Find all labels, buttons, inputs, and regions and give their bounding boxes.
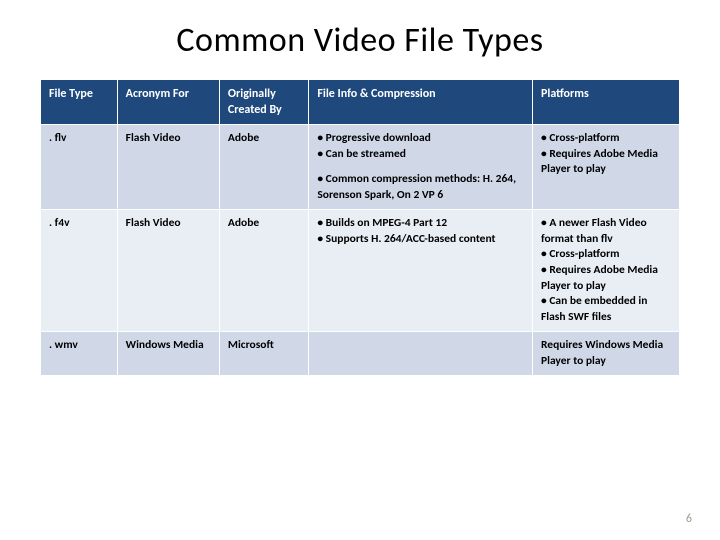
slide: Common Video File Types File Type Acrony… [0,0,720,540]
page-number: 6 [686,512,692,526]
cell-info-primary: • Builds on MPEG-4 Part 12 • Supports H.… [317,216,524,247]
table-row: . flv Flash Video Adobe • Progressive do… [41,125,680,210]
table-row: . f4v Flash Video Adobe • Builds on MPEG… [41,210,680,332]
cell-info [309,332,533,376]
cell-info: • Builds on MPEG-4 Part 12 • Supports H.… [309,210,533,332]
col-creator: Originally Created By [219,80,308,125]
cell-platforms: • A newer Flash Video format than flv • … [533,210,680,332]
cell-platforms: • Cross-platform • Requires Adobe Media … [533,125,680,210]
col-info: File Info & Compression [309,80,533,125]
col-file-type: File Type [41,80,118,125]
cell-creator: Adobe [219,210,308,332]
cell-acronym: Windows Media [117,332,219,376]
col-acronym: Acronym For [117,80,219,125]
cell-info-secondary: • Common compression methods: H. 264, So… [317,172,524,203]
cell-platforms: Requires Windows Media Player to play [533,332,680,376]
page-title: Common Video File Types [40,20,680,61]
cell-info-primary: • Progressive download • Can be streamed [317,131,524,162]
table-header-row: File Type Acronym For Originally Created… [41,80,680,125]
col-platforms: Platforms [533,80,680,125]
cell-acronym: Flash Video [117,125,219,210]
cell-info: • Progressive download • Can be streamed… [309,125,533,210]
cell-acronym: Flash Video [117,210,219,332]
cell-file-type: . flv [41,125,118,210]
cell-file-type: . f4v [41,210,118,332]
cell-creator: Microsoft [219,332,308,376]
cell-creator: Adobe [219,125,308,210]
table-row: . wmv Windows Media Microsoft Requires W… [41,332,680,376]
file-types-table: File Type Acronym For Originally Created… [40,79,680,376]
cell-file-type: . wmv [41,332,118,376]
